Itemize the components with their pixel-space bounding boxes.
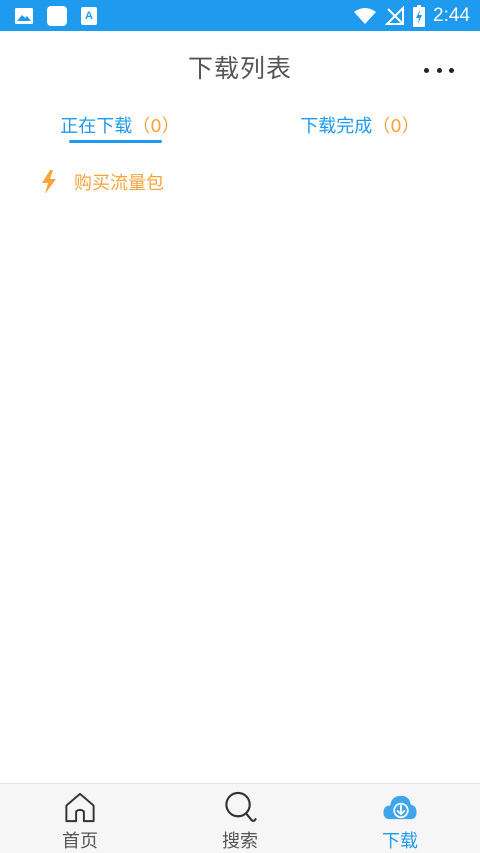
lightning-icon [42,170,56,194]
active-tab-indicator [69,140,162,143]
wifi-icon [354,7,377,24]
buy-data-package-link[interactable]: 购买流量包 [40,168,164,196]
more-options-button[interactable] [424,62,454,78]
tab-downloading[interactable]: 正在下载 （0） [0,103,240,147]
nav-home[interactable]: 首页 [0,784,160,853]
square-app-icon [47,5,67,26]
no-signal-icon [385,5,405,25]
page-title: 下载列表 [187,54,292,83]
app-header: 下载列表 [0,31,480,103]
buy-data-package-label: 购买流量包 [74,173,164,194]
nav-home-label: 首页 [62,831,98,852]
bottom-navigation: 首页 搜索 下载 [0,783,480,853]
cloud-download-icon [383,795,417,820]
tab-downloading-label: 正在下载 [60,116,133,137]
status-time: 2:44 [433,4,470,26]
svg-text:A: A [85,10,93,22]
tab-completed-count: （0） [372,116,420,137]
a-text-icon: A [81,6,97,25]
nav-search[interactable]: 搜索 [160,784,320,853]
nav-search-label: 搜索 [222,831,258,852]
tab-completed[interactable]: 下载完成 （0） [240,103,480,147]
download-tabs: 正在下载 （0） 下载完成 （0） [0,103,480,147]
status-left-icons: A [0,5,98,27]
status-right-icons: 2:44 [353,4,480,27]
status-bar: A 2:44 [0,0,480,31]
home-icon [65,792,95,823]
more-horizontal-icon-dot [424,67,429,73]
image-icon [15,7,33,24]
tab-completed-label: 下载完成 [300,116,373,137]
nav-download-label: 下载 [382,831,418,852]
more-horizontal-icon-dot [436,67,442,73]
search-icon [225,791,257,822]
nav-download[interactable]: 下载 [320,784,480,853]
battery-charging-icon [413,4,426,27]
more-horizontal-icon-dot [449,67,454,73]
tab-downloading-count: （0） [132,116,180,137]
